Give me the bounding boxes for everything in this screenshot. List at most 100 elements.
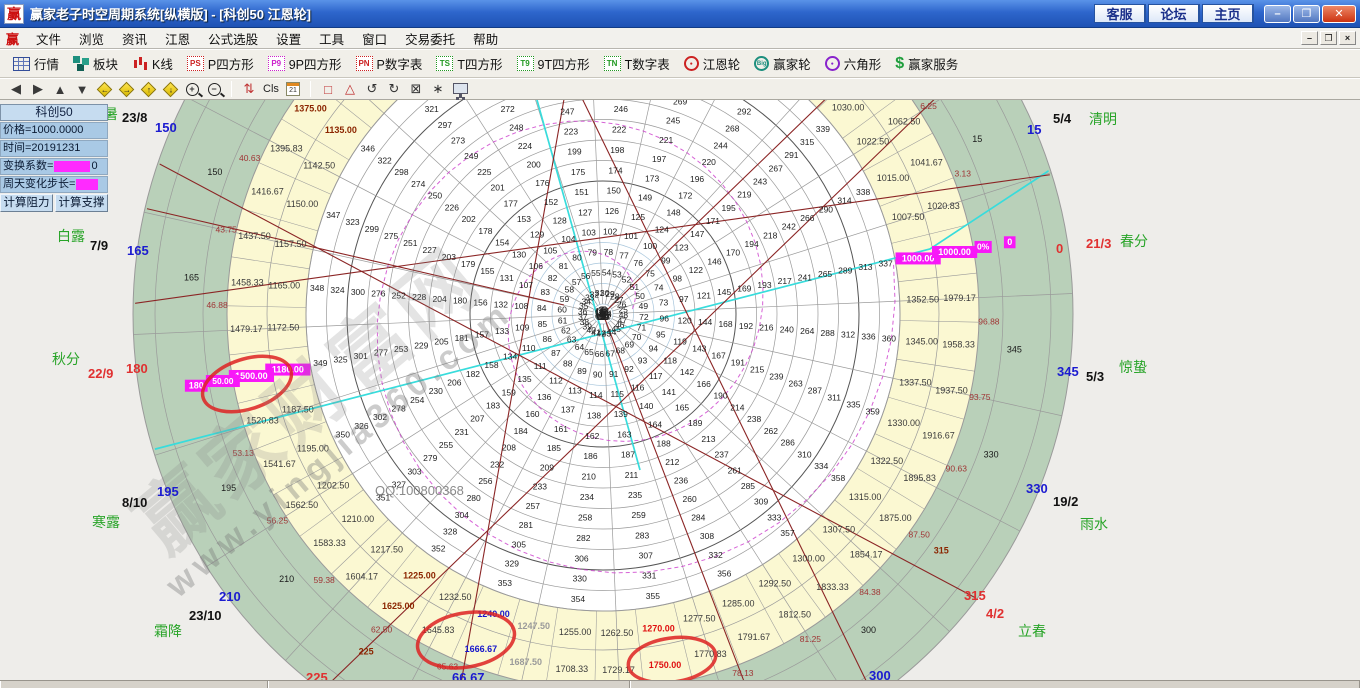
tool-pan-right[interactable]: ▶ [28, 80, 48, 99]
tool-updown-marker[interactable]: ⇅ [239, 80, 259, 99]
menu-江恩[interactable]: 江恩 [156, 27, 199, 50]
svg-text:122: 122 [689, 265, 703, 275]
svg-text:1217.50: 1217.50 [371, 544, 404, 554]
toolbar-label: 9P四方形 [289, 54, 342, 73]
svg-text:1022.50: 1022.50 [857, 136, 890, 146]
menu-工具[interactable]: 工具 [310, 27, 353, 50]
toolbar-item-t-table[interactable]: TNT数字表 [597, 52, 677, 75]
kline-icon [132, 56, 148, 71]
svg-text:90: 90 [593, 370, 603, 380]
tool-collapse[interactable]: ∗ [428, 80, 448, 99]
mdi-minimize-button[interactable]: – [1301, 31, 1318, 45]
menu-交易委托[interactable]: 交易委托 [396, 27, 464, 50]
menu-公式选股[interactable]: 公式选股 [199, 27, 267, 50]
menu-文件[interactable]: 文件 [27, 27, 70, 50]
tool-zoom-in[interactable]: + [182, 80, 202, 99]
svg-text:1458.33: 1458.33 [231, 277, 264, 287]
panel-row-1: 时间=20191231 [0, 140, 108, 157]
svg-text:156: 156 [473, 298, 487, 308]
mdi-restore-button[interactable]: ❐ [1320, 31, 1337, 45]
toolbar-item-9t-square[interactable]: T99T四方形 [510, 52, 597, 75]
calc-resistance-button[interactable]: 计算阻力 [0, 194, 53, 212]
tool-rotate-cw[interactable]: ↻ [384, 80, 404, 99]
svg-text:188: 188 [657, 438, 671, 448]
sectors-icon [73, 56, 89, 71]
toolbar-item-t-square[interactable]: TST四方形 [429, 52, 509, 75]
tool-pan-up[interactable]: ▲ [50, 80, 70, 99]
menu-帮助[interactable]: 帮助 [464, 27, 507, 50]
toolbar-item-kline[interactable]: K线 [125, 52, 180, 75]
toolbar-item-gann-wheel[interactable]: ●江恩轮 [677, 52, 748, 75]
svg-text:108: 108 [514, 301, 528, 311]
client-button-2[interactable]: 主页 [1202, 4, 1254, 23]
toolbar-item-winner-wheel[interactable]: Big赢家轮 [747, 52, 818, 75]
menu-窗口[interactable]: 窗口 [353, 27, 396, 50]
svg-text:161: 161 [554, 424, 568, 434]
tool-step-down[interactable]: ↓ [160, 80, 180, 99]
toolbar-item-winner-service[interactable]: $赢家服务 [888, 52, 965, 75]
svg-text:64: 64 [575, 342, 585, 352]
svg-text:1322.50: 1322.50 [871, 456, 904, 466]
tool-rotate-ccw[interactable]: ↺ [362, 80, 382, 99]
svg-text:281: 281 [519, 520, 533, 530]
mdi-close-button[interactable]: × [1339, 31, 1356, 45]
svg-text:1395.83: 1395.83 [270, 144, 303, 154]
close-button[interactable]: ✕ [1322, 5, 1356, 23]
menu-资讯[interactable]: 资讯 [113, 27, 156, 50]
tool-pan-left[interactable]: ◀ [6, 80, 26, 99]
menu-bar: 赢 文件浏览资讯江恩公式选股设置工具窗口交易委托帮助 –❐× [0, 28, 1360, 49]
svg-text:85: 85 [538, 319, 548, 329]
toolbar-item-quotes[interactable]: 行情 [6, 52, 66, 75]
svg-text:328: 328 [443, 527, 457, 537]
svg-text:257: 257 [526, 501, 540, 511]
tool-step-up[interactable]: ↑ [138, 80, 158, 99]
svg-text:121: 121 [697, 290, 711, 300]
svg-text:315: 315 [934, 545, 949, 555]
tool-square-tool[interactable]: □ [318, 80, 338, 99]
restore-button[interactable]: ❐ [1293, 5, 1320, 23]
svg-text:1062.50: 1062.50 [888, 117, 921, 127]
svg-text:238: 238 [747, 414, 761, 424]
gann-wheel-chart[interactable]: 1234567891011121314151617181920212223242… [0, 100, 1360, 680]
svg-text:153: 153 [517, 214, 531, 224]
toolbar-item-sectors[interactable]: 板块 [66, 52, 125, 75]
svg-text:104: 104 [561, 234, 575, 244]
tool-pan-down[interactable]: ▼ [72, 80, 92, 99]
client-button-1[interactable]: 论坛 [1148, 4, 1200, 23]
toolbar-item-p-square[interactable]: PSP四方形 [180, 52, 261, 75]
panel-row-3: 周天变化步长= [0, 176, 108, 193]
svg-text:99: 99 [661, 256, 671, 266]
client-button-0[interactable]: 客服 [1094, 4, 1146, 23]
tool-cls[interactable]: Cls [261, 80, 281, 99]
svg-text:1307.50: 1307.50 [823, 525, 856, 535]
svg-text:1232.50: 1232.50 [439, 592, 472, 602]
toolbar-item-p-table[interactable]: PNP数字表 [349, 52, 430, 75]
svg-text:15: 15 [972, 134, 982, 144]
svg-text:147: 147 [690, 229, 704, 239]
status-cell [630, 681, 1360, 688]
toolbar-item-hexagon[interactable]: ●六角形 [818, 52, 889, 75]
svg-text:66: 66 [595, 349, 605, 359]
svg-text:1687.50: 1687.50 [509, 657, 542, 667]
tool-calendar[interactable]: 21 [283, 80, 303, 99]
svg-text:315: 315 [800, 137, 814, 147]
svg-text:235: 235 [628, 490, 642, 500]
toolbar-item-9p-square[interactable]: P99P四方形 [261, 52, 349, 75]
tool-expand-box[interactable]: ⊠ [406, 80, 426, 99]
svg-text:93: 93 [638, 355, 648, 365]
minimize-button[interactable]: – [1264, 5, 1291, 23]
svg-text:103: 103 [582, 227, 596, 237]
tool-zoom-out[interactable]: − [204, 80, 224, 99]
title-bar: 赢 赢家老子时空周期系统[纵横版] - [科创50 江恩轮] 客服论坛主页 –❐… [0, 0, 1360, 28]
menu-设置[interactable]: 设置 [267, 27, 310, 50]
tool-step-left[interactable]: ← [94, 80, 114, 99]
tool-presentation[interactable] [450, 80, 470, 99]
drawing-toolbar: ◀▶▲▼←→↑↓+−⇅Cls21 □△↺↻⊠∗ [0, 78, 1360, 100]
svg-text:1172.50: 1172.50 [267, 322, 299, 332]
tool-step-right[interactable]: → [116, 80, 136, 99]
svg-text:1195.00: 1195.00 [297, 444, 329, 454]
tool-triangle-tool[interactable]: △ [340, 80, 360, 99]
calc-support-button[interactable]: 计算支撑 [55, 194, 108, 212]
toolbar-label: 9T四方形 [538, 54, 590, 73]
menu-浏览[interactable]: 浏览 [70, 27, 113, 50]
